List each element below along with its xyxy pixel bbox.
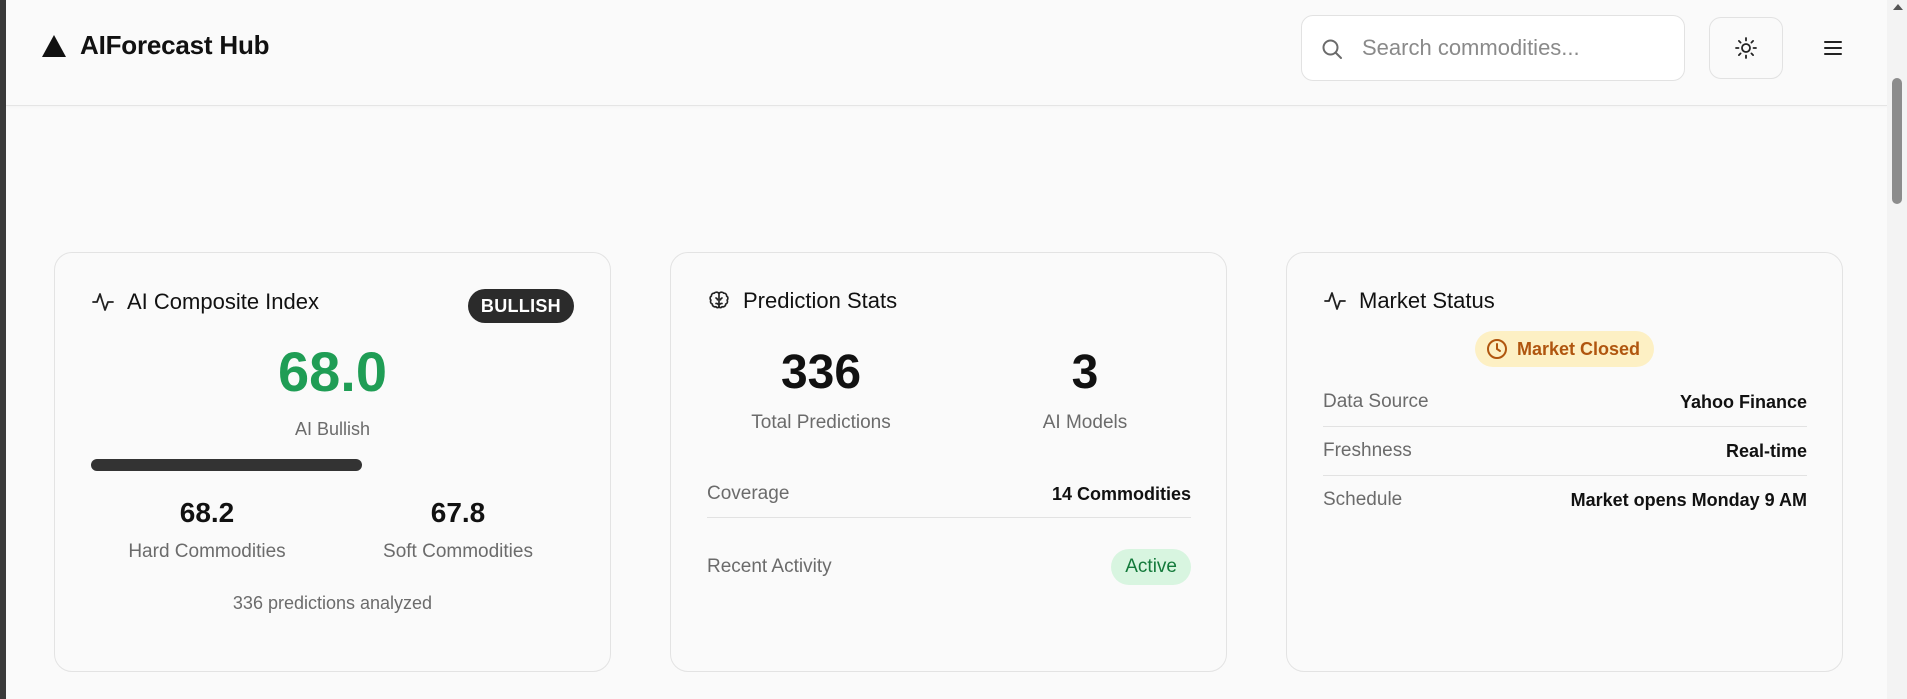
triangle-logo-icon bbox=[42, 34, 66, 57]
ai-models-value: 3 bbox=[1071, 346, 1099, 399]
theme-toggle-button[interactable] bbox=[1709, 17, 1783, 79]
prediction-stats-card: Prediction Stats 336 Total Predictions 3… bbox=[670, 252, 1227, 672]
data-source-row: Data Source Yahoo Finance bbox=[1323, 391, 1807, 413]
activity-pulse-icon bbox=[92, 293, 114, 311]
search-icon bbox=[1322, 39, 1342, 59]
coverage-label: Coverage bbox=[707, 483, 790, 504]
data-source-label: Data Source bbox=[1323, 391, 1429, 412]
freshness-row: Freshness Real-time bbox=[1323, 440, 1807, 462]
soft-commodities-label: Soft Commodities bbox=[383, 541, 533, 562]
ai-models-label: AI Models bbox=[1042, 412, 1128, 433]
top-header: AIForecast Hub bbox=[6, 0, 1887, 106]
predictions-footnote: 336 predictions analyzed bbox=[232, 593, 433, 613]
clock-icon bbox=[1487, 339, 1507, 359]
hard-commodities-label: Hard Commodities bbox=[128, 541, 286, 562]
scroll-thumb[interactable] bbox=[1892, 78, 1902, 204]
composite-progress-bar bbox=[91, 459, 575, 471]
card-header: Prediction Stats bbox=[707, 288, 897, 314]
activity-pulse-icon bbox=[1324, 292, 1346, 310]
market-status-card: Market Status Market Closed Data Source … bbox=[1286, 252, 1843, 672]
hard-commodities-stat: 68.2 Hard Commodities bbox=[107, 497, 307, 563]
brand[interactable]: AIForecast Hub bbox=[42, 30, 270, 61]
composite-progress-fill bbox=[91, 459, 363, 471]
search-box[interactable] bbox=[1301, 15, 1685, 81]
brain-icon bbox=[709, 291, 729, 309]
total-predictions-stat: 336 Total Predictions bbox=[711, 345, 931, 434]
freshness-label: Freshness bbox=[1323, 440, 1412, 461]
composite-value: 68.0 bbox=[278, 340, 387, 403]
card-title: Prediction Stats bbox=[743, 288, 898, 313]
search-input[interactable] bbox=[1362, 16, 1672, 80]
soft-commodities-value: 67.8 bbox=[430, 497, 486, 528]
market-status-badge: Market Closed bbox=[1475, 331, 1655, 367]
soft-commodities-stat: 67.8 Soft Commodities bbox=[358, 497, 558, 563]
card-title: Market Status bbox=[1359, 288, 1495, 313]
market-status-text: Market Closed bbox=[1517, 338, 1641, 359]
card-header: AI Composite Index bbox=[91, 289, 319, 315]
composite-index-card: AI Composite Index BULLISH 68.0 AI Bulli… bbox=[54, 252, 611, 672]
scroll-up-arrow-icon[interactable] bbox=[1893, 4, 1903, 10]
freshness-value: Real-time bbox=[1725, 440, 1807, 461]
hard-commodities-value: 68.2 bbox=[179, 497, 235, 528]
hamburger-menu-icon bbox=[1824, 41, 1842, 55]
card-header: Market Status bbox=[1323, 288, 1495, 314]
sentiment-badge: BULLISH bbox=[467, 289, 574, 323]
page-scrollbar[interactable] bbox=[1887, 0, 1907, 699]
divider bbox=[1323, 475, 1807, 476]
schedule-row: Schedule Market opens Monday 9 AM bbox=[1323, 489, 1807, 511]
recent-activity-label: Recent Activity bbox=[707, 556, 832, 577]
recent-activity-row: Recent Activity Active bbox=[707, 549, 1191, 585]
divider bbox=[1323, 426, 1807, 427]
schedule-label: Schedule bbox=[1323, 489, 1403, 510]
divider bbox=[707, 517, 1191, 518]
activity-status-badge: Active bbox=[1111, 549, 1191, 585]
coverage-row: Coverage 14 Commodities bbox=[707, 483, 1191, 505]
composite-sentiment: AI Bullish bbox=[294, 419, 371, 439]
ai-models-stat: 3 AI Models bbox=[975, 345, 1195, 434]
schedule-value: Market opens Monday 9 AM bbox=[1570, 489, 1807, 510]
brand-name: AIForecast Hub bbox=[80, 30, 270, 60]
card-title: AI Composite Index bbox=[127, 289, 319, 314]
sun-icon bbox=[1735, 37, 1757, 59]
coverage-value: 14 Commodities bbox=[1051, 483, 1191, 504]
menu-button[interactable] bbox=[1811, 26, 1855, 70]
data-source-value: Yahoo Finance bbox=[1679, 391, 1807, 412]
total-predictions-label: Total Predictions bbox=[751, 412, 891, 433]
total-predictions-value: 336 bbox=[780, 346, 862, 399]
